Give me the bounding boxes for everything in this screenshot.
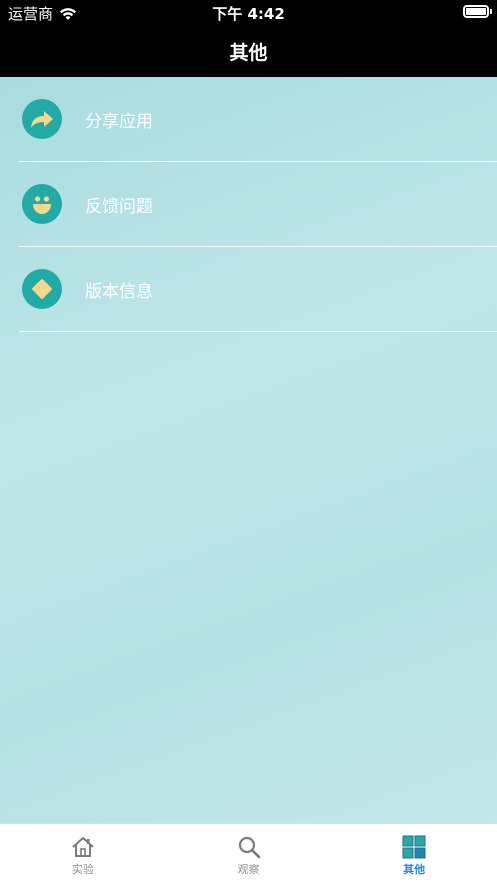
tab-observe[interactable]: 观察	[166, 824, 332, 883]
status-time: 下午 4:42	[212, 5, 285, 23]
home-icon	[72, 837, 94, 857]
tab-other[interactable]: 其他	[331, 824, 497, 883]
menu-item-label: 版本信息	[85, 281, 153, 302]
content-area: 分享应用 反馈问题 版本信息	[0, 77, 497, 823]
navigation-bar: 其他	[0, 26, 497, 77]
diamond-icon	[22, 269, 62, 309]
menu-item-version-info[interactable]: 版本信息	[19, 247, 497, 332]
smiley-face-icon	[22, 184, 62, 224]
grid-icon	[402, 835, 426, 859]
status-bar: 运营商 下午 4:42	[0, 0, 497, 26]
app-screen: 运营商 下午 4:42 其他 分享应用 反馈问题 版本信息 实验 观察 其他	[0, 0, 497, 883]
page-title: 其他	[229, 42, 268, 64]
menu-item-label: 反馈问题	[85, 196, 153, 217]
battery-icon	[463, 5, 492, 18]
tab-bar: 实验 观察 其他	[0, 823, 497, 883]
menu-item-share-app[interactable]: 分享应用	[19, 77, 497, 162]
tab-label: 实验	[71, 863, 94, 876]
menu-item-label: 分享应用	[85, 111, 153, 132]
share-arrow-icon	[22, 99, 62, 139]
tab-label: 观察	[237, 863, 260, 876]
tab-experiment[interactable]: 实验	[0, 824, 166, 883]
menu-item-feedback[interactable]: 反馈问题	[19, 162, 497, 247]
magnifier-icon	[238, 836, 260, 859]
tab-label: 其他	[403, 863, 426, 876]
